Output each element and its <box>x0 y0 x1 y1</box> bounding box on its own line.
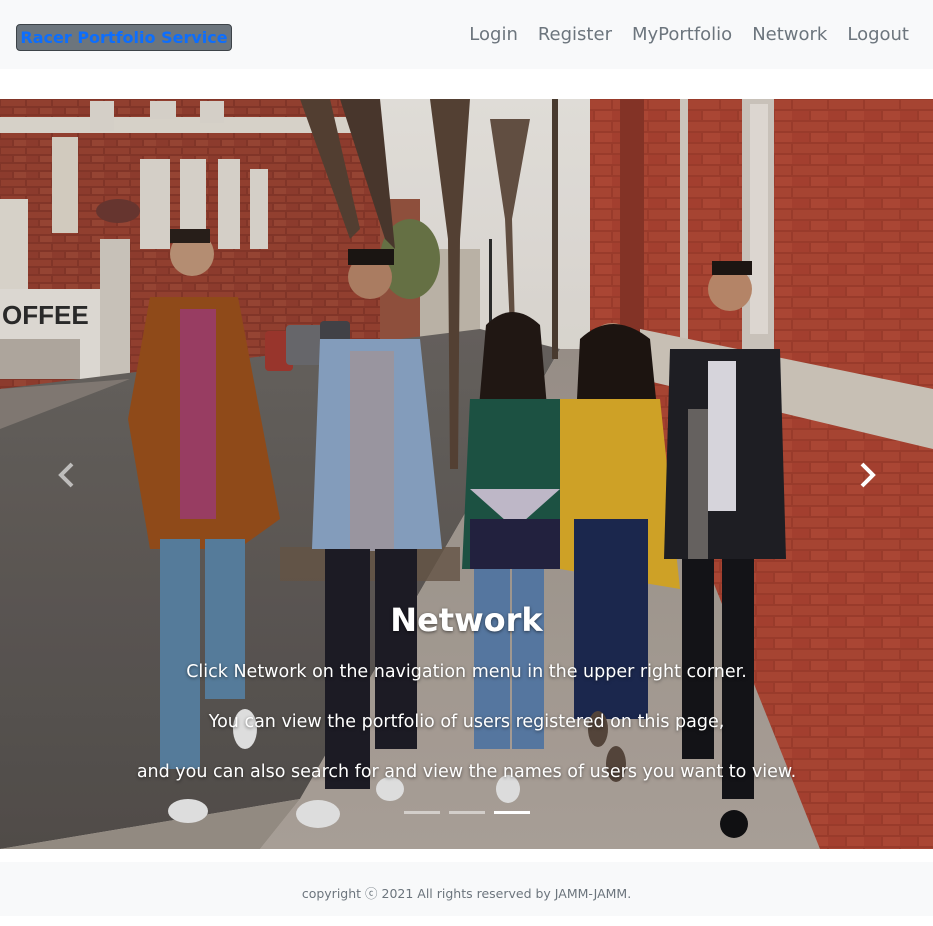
carousel-indicators <box>404 811 530 814</box>
nav-links: Login Register MyPortfolio Network Logou… <box>469 23 909 47</box>
carousel-indicator-2[interactable] <box>449 811 485 814</box>
copyright-text: copyright ⓒ 2021 All rights reserved by … <box>301 886 632 901</box>
slide-line-2: You can view the portfolio of users regi… <box>208 712 725 732</box>
chevron-right-icon <box>860 462 876 488</box>
footer: copyright ⓒ 2021 All rights reserved by … <box>0 862 933 916</box>
slide-line-1: Click Network on the navigation menu in … <box>186 662 747 682</box>
brand-logo-button[interactable]: Racer Portfolio Service <box>16 24 232 51</box>
chevron-left-icon <box>58 462 74 488</box>
nav-login-link[interactable]: Login <box>469 23 518 47</box>
nav-register-link[interactable]: Register <box>538 23 612 47</box>
slide-title: Network <box>390 601 543 639</box>
carousel-indicator-1[interactable] <box>404 811 440 814</box>
carousel-caption: Network Click Network on the navigation … <box>100 597 833 797</box>
navbar: Racer Portfolio Service Login Register M… <box>0 0 933 69</box>
slide-line-3: and you can also search for and view the… <box>136 762 797 782</box>
carousel-prev-button[interactable] <box>42 451 90 499</box>
nav-network-link[interactable]: Network <box>752 23 827 47</box>
carousel-indicator-3[interactable] <box>494 811 530 814</box>
nav-myportfolio-link[interactable]: MyPortfolio <box>632 23 732 47</box>
carousel-next-button[interactable] <box>844 451 892 499</box>
nav-logout-link[interactable]: Logout <box>847 23 909 47</box>
hero-carousel: OFFEE Network Click Network on the navig… <box>0 99 933 849</box>
